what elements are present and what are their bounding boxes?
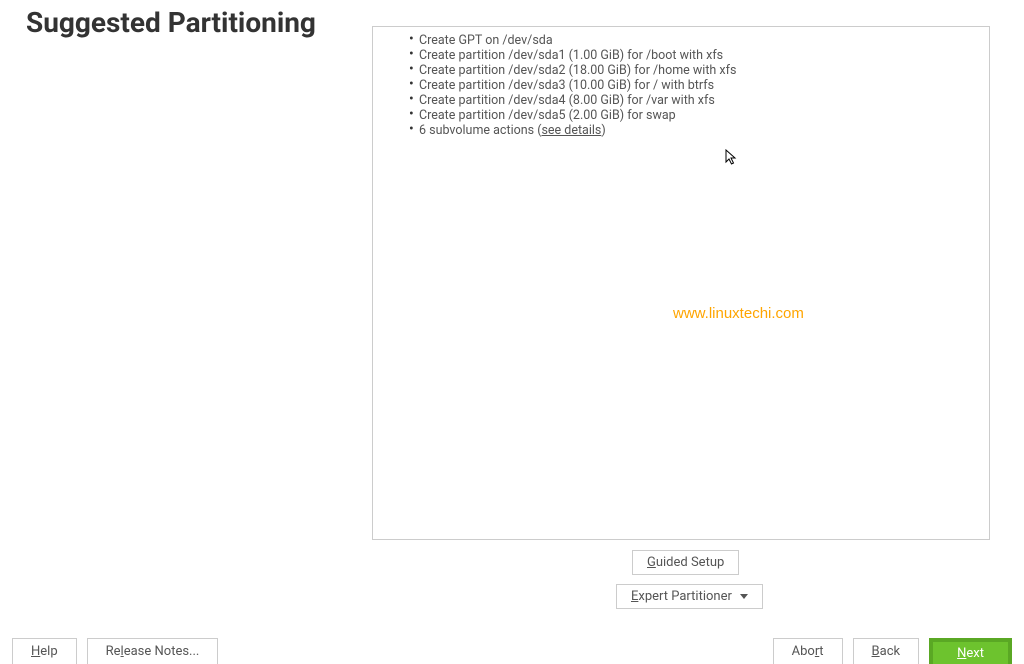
chevron-down-icon <box>740 594 748 599</box>
see-details-link[interactable]: see details <box>541 123 601 138</box>
cursor-icon <box>725 149 739 167</box>
abort-rest: t <box>819 644 823 659</box>
partition-details-panel: Create GPT on /dev/sda Create partition … <box>372 26 990 540</box>
release-notes-button[interactable]: Release Notes... <box>87 638 219 664</box>
next-rest: ext <box>966 646 984 661</box>
expert-partitioner-button[interactable]: Expert Partitioner <box>616 584 763 609</box>
footer-right: Abort Back Next <box>773 638 1012 664</box>
partition-item: Create partition /dev/sda4 (8.00 GiB) fo… <box>409 93 953 108</box>
help-rest: elp <box>40 644 57 659</box>
help-button[interactable]: Help <box>12 638 77 664</box>
partition-item: Create GPT on /dev/sda <box>409 33 953 48</box>
partition-item-subvolume: 6 subvolume actions (see details) <box>409 123 953 138</box>
help-underline: H <box>31 644 40 659</box>
partition-item: Create partition /dev/sda1 (1.00 GiB) fo… <box>409 48 953 63</box>
guided-setup-button[interactable]: Guided Setup <box>632 550 739 575</box>
back-rest: ack <box>880 644 900 659</box>
subvolume-suffix: ) <box>601 123 605 138</box>
watermark-text: www.linuxtechi.com <box>673 305 804 322</box>
partition-item: Create partition /dev/sda5 (2.00 GiB) fo… <box>409 108 953 123</box>
next-underline: N <box>957 646 966 661</box>
release-notes-pre: Re <box>106 644 121 659</box>
expert-partitioner-underline: E <box>631 589 638 604</box>
abort-button[interactable]: Abort <box>773 638 843 664</box>
footer-bar: Help Release Notes... Abort Back Next <box>0 638 1024 664</box>
back-underline: B <box>872 644 880 659</box>
partition-list: Create GPT on /dev/sda Create partition … <box>409 33 953 138</box>
guided-setup-underline: G <box>647 555 656 570</box>
partition-item: Create partition /dev/sda2 (18.00 GiB) f… <box>409 63 953 78</box>
footer-left: Help Release Notes... <box>12 638 218 664</box>
release-notes-rest: ease Notes... <box>124 644 200 659</box>
guided-setup-rest: uided Setup <box>656 555 724 570</box>
back-button[interactable]: Back <box>853 638 920 664</box>
abort-pre: Abo <box>792 644 815 659</box>
partition-item: Create partition /dev/sda3 (10.00 GiB) f… <box>409 78 953 93</box>
subvolume-prefix: 6 subvolume actions ( <box>419 123 541 138</box>
next-button[interactable]: Next <box>929 638 1012 664</box>
expert-partitioner-rest: xpert Partitioner <box>638 589 732 604</box>
